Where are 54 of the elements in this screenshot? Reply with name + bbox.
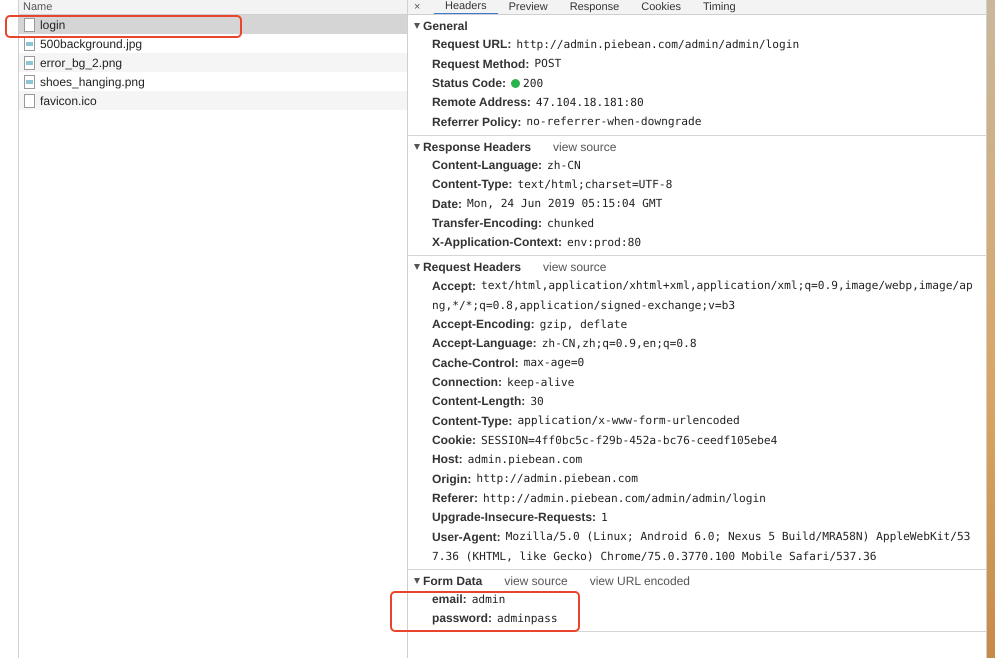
header-field: Content-Type: text/html;charset=UTF-8 (432, 174, 986, 194)
header-field: Connection: keep-alive (432, 372, 986, 392)
tab[interactable]: Timing (692, 1, 747, 14)
header-field: Content-Language: zh-CN (432, 156, 986, 175)
header-value: 200 (523, 76, 544, 90)
header-field: Referrer Policy: no-referrer-when-downgrade (432, 112, 986, 132)
header-field: email: admin (432, 590, 986, 609)
header-field: Content-Type: application/x-www-form-urlencoded (432, 411, 986, 431)
expand-triangle-icon[interactable] (414, 144, 420, 150)
section-title[interactable]: Request Headers (423, 260, 522, 274)
section-title[interactable]: General (423, 19, 468, 33)
image-file-icon (24, 36, 35, 50)
header-field: X-Application-Context: env:prod:80 (432, 232, 986, 252)
expand-triangle-icon[interactable] (414, 578, 420, 584)
section-title[interactable]: Response Headers (423, 140, 532, 154)
header-field: Content-Length: 30 (432, 392, 986, 412)
request-row[interactable]: 500background.jpg (19, 34, 407, 53)
header-field: Transfer-Encoding: chunked (432, 214, 986, 233)
request-row[interactable]: login (19, 15, 407, 34)
header-field: password: adminpass (432, 608, 986, 628)
view-link[interactable]: view source (553, 140, 616, 154)
document-icon (24, 18, 35, 32)
tab[interactable]: Response (558, 1, 630, 14)
header-field: Host: admin.piebean.com (432, 450, 986, 470)
header-field: Accept-Language: zh-CN,zh;q=0.9,en;q=0.8 (432, 334, 986, 354)
expand-triangle-icon[interactable] (414, 23, 420, 29)
header-field: Origin: http://admin.piebean.com (432, 469, 986, 489)
header-field: Accept-Encoding: gzip, deflate (432, 314, 986, 334)
column-header[interactable]: Name (19, 0, 407, 15)
header-name: Status Code: (432, 74, 506, 92)
tab[interactable]: Headers (434, 0, 498, 14)
view-link[interactable]: view source (504, 574, 568, 588)
image-file-icon (24, 74, 35, 88)
tab[interactable]: Cookies (630, 1, 692, 14)
tab[interactable]: Preview (498, 1, 559, 14)
document-icon (24, 94, 35, 108)
view-link[interactable]: view URL encoded (590, 574, 690, 588)
request-row[interactable]: shoes_hanging.png (19, 72, 407, 91)
close-button[interactable]: × (414, 1, 434, 14)
header-field: Request Method: POST (432, 54, 986, 74)
expand-triangle-icon[interactable] (414, 264, 420, 270)
header-field: Date: Mon, 24 Jun 2019 05:15:04 GMT (432, 194, 986, 214)
header-field: Referer: http://admin.piebean.com/admin/admin/login (432, 488, 986, 508)
header-field: Upgrade-Insecure-Requests: 1 (432, 508, 986, 528)
header-field: Cache-Control: max-age=0 (432, 353, 986, 373)
request-row[interactable]: favicon.ico (19, 91, 407, 110)
header-field: Cookie: SESSION=4ff0bc5c-f29b-452a-bc76-ceedf105ebe4 (432, 430, 986, 450)
header-field: Request URL: http://admin.piebean.com/admin/admin/login (432, 35, 986, 54)
view-link[interactable]: view source (543, 260, 606, 274)
image-file-icon (24, 56, 35, 70)
header-field: Remote Address: 47.104.18.181:80 (432, 92, 986, 112)
request-row[interactable]: error_bg_2.png (19, 53, 407, 72)
header-field: User-Agent: Mozilla/5.0 (Linux; Android 6.0; Nexus 5 Build/MRA58N) AppleWebKit/537.36 (KHTML, like Gecko) Chrome/75.0.3770.100 Mobile Safari/537.36 (432, 527, 986, 566)
section-title[interactable]: Form Data (423, 574, 482, 588)
